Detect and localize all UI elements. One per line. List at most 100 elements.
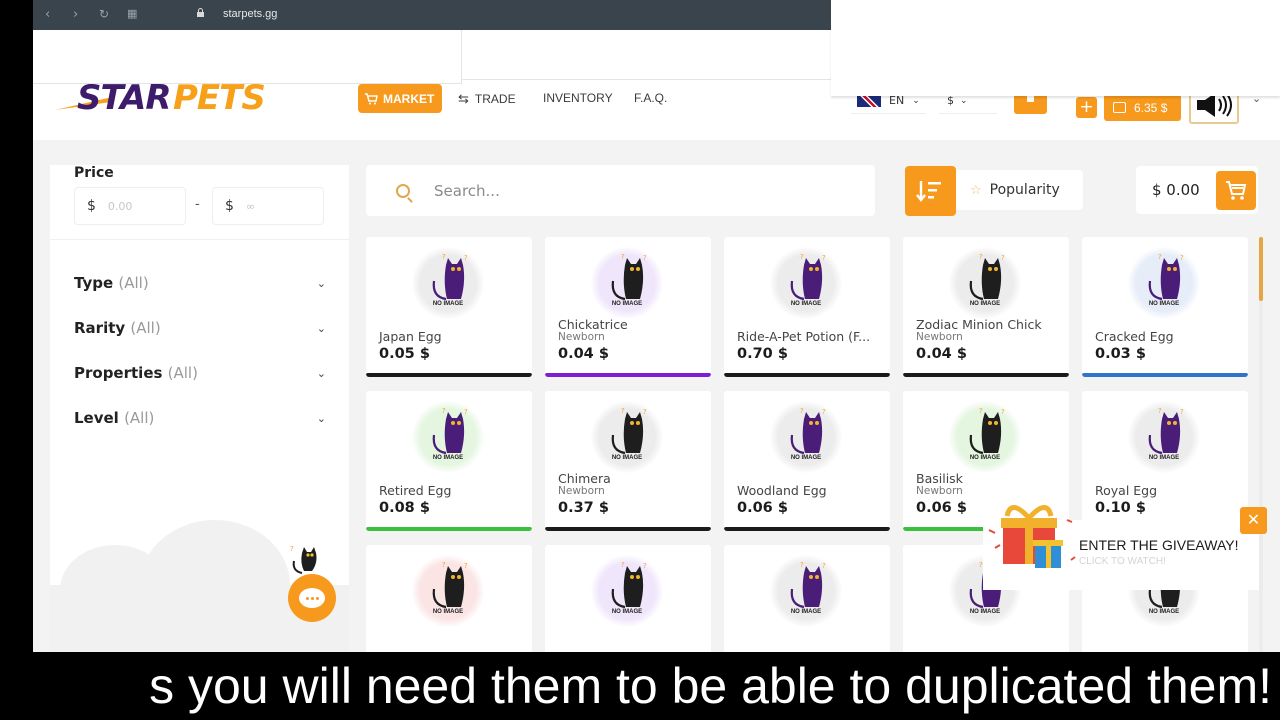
price-min-placeholder: 0.00: [107, 199, 133, 213]
close-button[interactable]: ✕: [1240, 507, 1267, 534]
logo[interactable]: STAR PETS: [55, 78, 270, 120]
product-price: 0.08 $: [379, 500, 430, 516]
svg-text:?: ?: [1158, 253, 1162, 261]
giveaway-banner[interactable]: ENTER THE GIVEAWAY! CLICK TO WATCH!: [983, 505, 1259, 590]
svg-text:?: ?: [800, 561, 804, 569]
filter-rarity-label: Rarity: [74, 319, 126, 337]
filter-rarity[interactable]: Rarity (All) ⌄: [74, 319, 326, 337]
chevron-right-icon[interactable]: ›: [73, 7, 78, 22]
price-min-input[interactable]: $ 0.00: [74, 187, 186, 225]
overlay-panel: [831, 30, 1280, 96]
filter-rarity-value: (All): [130, 319, 161, 337]
no-image-label: NO IMAGE: [970, 301, 1000, 307]
rarity-bar: [366, 527, 532, 531]
no-image-label: NO IMAGE: [970, 455, 1000, 461]
chevron-down-icon: ⌄: [316, 366, 326, 380]
address-bar[interactable]: starpets.gg: [223, 8, 277, 20]
grid-icon[interactable]: ▦: [127, 7, 137, 20]
nav-trade[interactable]: ⇆ TRADE: [458, 91, 516, 107]
chat-icon: [299, 588, 325, 608]
product-card[interactable]: ?? NO IMAGE Cracked Egg 0.03 $: [1082, 237, 1248, 377]
dollar-symbol: $: [225, 198, 234, 214]
product-card[interactable]: ?? NO IMAGE Japan Egg 0.05 $: [366, 237, 532, 377]
nav-market[interactable]: MARKET: [358, 84, 443, 113]
product-card[interactable]: ?? NO IMAGE Chimera Newborn 0.37 $: [545, 391, 711, 531]
svg-text:?: ?: [1180, 254, 1184, 262]
cat-icon: ?? NO IMAGE: [969, 253, 1005, 307]
product-name: Royal Egg: [1095, 483, 1158, 498]
product-price: 0.37 $: [558, 500, 609, 516]
search-box[interactable]: [366, 165, 875, 216]
product-card[interactable]: ?? NO IMAGE: [366, 545, 532, 652]
sort-select[interactable]: ☆ Popularity: [956, 170, 1083, 210]
svg-text:?: ?: [979, 407, 983, 415]
cat-icon: ?? NO IMAGE: [790, 561, 826, 615]
search-input[interactable]: [434, 181, 834, 200]
product-card[interactable]: ?? NO IMAGE Royal Egg 0.10 $: [1082, 391, 1248, 531]
cat-icon: ?? NO IMAGE: [611, 407, 647, 461]
svg-text:?: ?: [822, 562, 826, 570]
product-card[interactable]: ?? NO IMAGE Ride-A-Pet Potion (F... 0.70 $: [724, 237, 890, 377]
sort-value: Popularity: [989, 182, 1060, 198]
svg-text:?: ?: [1158, 407, 1162, 415]
balance-button[interactable]: 6.35 $: [1104, 94, 1181, 121]
svg-text:?: ?: [643, 562, 647, 570]
price-range-separator: -: [195, 197, 200, 212]
svg-text:?: ?: [442, 253, 446, 261]
filter-level[interactable]: Level (All) ⌄: [74, 409, 326, 427]
product-price: 0.04 $: [916, 346, 967, 362]
product-card[interactable]: ?? NO IMAGE Woodland Egg 0.06 $: [724, 391, 890, 531]
swap-icon: ⇆: [458, 91, 469, 106]
rarity-bar: [724, 373, 890, 377]
logo-text-pets: PETS: [173, 78, 266, 118]
add-funds-button[interactable]: +: [1076, 97, 1097, 118]
rarity-bar: [724, 527, 890, 531]
rarity-bar: [545, 527, 711, 531]
no-image-label: NO IMAGE: [1149, 609, 1179, 615]
product-card[interactable]: ?? NO IMAGE Chickatrice Newborn 0.04 $: [545, 237, 711, 377]
lock-icon: [197, 8, 204, 17]
product-age: Newborn: [558, 331, 605, 343]
nav-faq[interactable]: F.A.Q.: [634, 91, 667, 105]
scrollbar-thumb[interactable]: [1259, 237, 1263, 301]
no-image-label: NO IMAGE: [791, 455, 821, 461]
reload-icon[interactable]: ↻: [99, 7, 109, 21]
product-age: Newborn: [916, 485, 963, 497]
filter-level-value: (All): [124, 409, 155, 427]
product-price: 0.10 $: [1095, 500, 1146, 516]
product-card[interactable]: ?? NO IMAGE: [545, 545, 711, 652]
product-card[interactable]: ?? NO IMAGE Zodiac Minion Chick Newborn 0.04…: [903, 237, 1069, 377]
product-price: 0.06 $: [916, 500, 967, 516]
filter-properties[interactable]: Properties (All) ⌄: [74, 364, 326, 382]
svg-text:?: ?: [822, 254, 826, 262]
product-card[interactable]: ?? NO IMAGE: [724, 545, 890, 652]
cat-icon: ?? NO IMAGE: [1148, 253, 1184, 307]
no-image-placeholder: ?? NO IMAGE: [591, 555, 663, 627]
product-name: Woodland Egg: [737, 483, 827, 498]
cat-icon: ?? NO IMAGE: [432, 561, 468, 615]
rarity-bar: [545, 373, 711, 377]
gift-icon: [988, 505, 1076, 568]
product-name: Chimera: [558, 471, 611, 486]
no-image-label: NO IMAGE: [612, 609, 642, 615]
product-card[interactable]: ?? NO IMAGE Retired Egg 0.08 $: [366, 391, 532, 531]
product-price: 0.04 $: [558, 346, 609, 362]
filter-type[interactable]: Type (All) ⌄: [74, 274, 326, 292]
price-max-input[interactable]: $ ∞: [212, 187, 324, 225]
no-image-label: NO IMAGE: [612, 455, 642, 461]
nav-inventory[interactable]: INVENTORY: [543, 91, 613, 105]
no-image-placeholder: ?? NO IMAGE: [949, 247, 1021, 319]
cart-button[interactable]: [1216, 171, 1256, 210]
overlay-panel: [461, 30, 895, 80]
chevron-left-icon[interactable]: ‹: [45, 7, 50, 22]
price-max-placeholder: ∞: [245, 199, 256, 213]
balance-value: 6.35 $: [1134, 100, 1168, 115]
no-image-placeholder: ?? NO IMAGE: [770, 401, 842, 473]
no-image-placeholder: ?? NO IMAGE: [591, 401, 663, 473]
chat-button[interactable]: [288, 574, 336, 622]
svg-text:?: ?: [979, 253, 983, 261]
no-image-placeholder: ?? NO IMAGE: [1128, 247, 1200, 319]
logo-text-star: STAR: [77, 78, 172, 118]
sort-direction-button[interactable]: [905, 166, 956, 216]
cat-icon: ?? NO IMAGE: [611, 561, 647, 615]
